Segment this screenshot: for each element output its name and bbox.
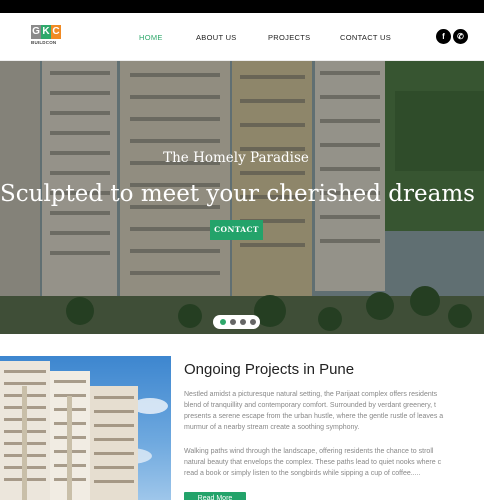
slider-dot-4[interactable] — [250, 319, 256, 325]
projects-text-line: blend of tranquillity and contemporary c… — [184, 402, 437, 409]
hero-subtitle: The Homely Paradise — [163, 150, 309, 166]
main-nav: HOME ABOUT US PROJECTS CONTACT US — [0, 33, 484, 45]
projects-text-line: Nestled amidst a picturesque natural set… — [184, 391, 438, 398]
slider-dot-2[interactable] — [230, 319, 236, 325]
read-more-button[interactable]: Read More — [184, 492, 246, 500]
hero-slider: The Homely Paradise Sculpted to meet you… — [0, 61, 484, 334]
whatsapp-icon[interactable]: ✆ — [453, 29, 468, 44]
top-bar — [0, 0, 484, 13]
facebook-icon[interactable]: f — [436, 29, 451, 44]
project-building-illustration — [0, 361, 168, 500]
slider-pagination — [213, 315, 260, 329]
projects-text-line: natural beauty that envelops the complex… — [184, 459, 442, 466]
slider-dot-1[interactable] — [220, 319, 226, 325]
hero-title: Sculpted to meet your cherished dreams — [0, 181, 475, 207]
slider-dot-3[interactable] — [240, 319, 246, 325]
projects-text-line: presents a serene escape from the urban … — [184, 413, 444, 420]
nav-contact-us[interactable]: CONTACT US — [340, 33, 391, 42]
contact-button[interactable]: CONTACT — [210, 220, 263, 240]
projects-description-2: Walking paths wind through the landscape… — [184, 446, 484, 479]
projects-heading: Ongoing Projects in Pune — [184, 361, 355, 378]
nav-projects[interactable]: PROJECTS — [268, 33, 310, 42]
site-header: G K C BUILDCON HOME ABOUT US PROJECTS CO… — [0, 13, 484, 61]
projects-description-1: Nestled amidst a picturesque natural set… — [184, 389, 484, 433]
nav-home[interactable]: HOME — [139, 33, 163, 42]
projects-text-line: read a book or simply listen to the song… — [184, 470, 421, 477]
project-building-image — [0, 356, 171, 500]
projects-text-line: murmur of a nearby stream create a sooth… — [184, 424, 360, 431]
nav-about-us[interactable]: ABOUT US — [196, 33, 237, 42]
projects-text-line: Walking paths wind through the landscape… — [184, 448, 434, 455]
